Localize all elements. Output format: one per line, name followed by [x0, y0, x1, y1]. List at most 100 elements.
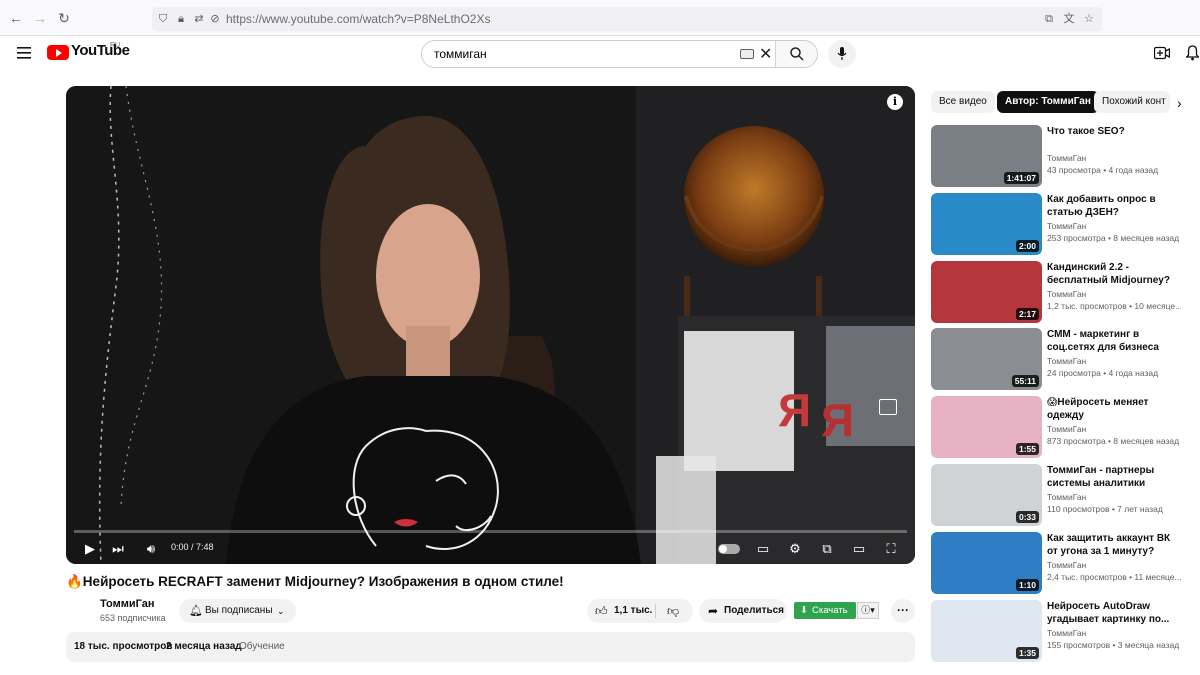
subscriber-count: 653 подписчика: [100, 613, 166, 623]
recommendation-channel[interactable]: ТоммиГан: [1047, 492, 1086, 502]
dislike-button[interactable]: 👎︎: [657, 599, 693, 623]
recommendation-title[interactable]: 😱Нейросеть меняет одежду: [1047, 396, 1181, 422]
theater-mode-icon[interactable]: ▭: [850, 538, 868, 560]
autoplay-blocked-icon[interactable]: ⊘: [208, 12, 222, 26]
recommendation-channel[interactable]: ТоммиГан: [1047, 153, 1086, 163]
search-bar: ✕: [421, 40, 818, 68]
recommendation-channel[interactable]: ТоммиГан: [1047, 289, 1086, 299]
video-thumbnail[interactable]: 2:00: [931, 193, 1042, 255]
lock-icon[interactable]: 🔒︎: [174, 12, 188, 26]
chips-next-icon[interactable]: ›: [1177, 95, 1182, 111]
bookmark-star-icon[interactable]: ☆: [1082, 12, 1096, 26]
translate-icon[interactable]: 文: [1062, 12, 1076, 26]
recommendation-title[interactable]: Как защитить аккаунт ВК от угона за 1 ми…: [1047, 532, 1181, 558]
recommendation-item[interactable]: 0:33 ТоммиГан - партнеры системы аналитик…: [931, 464, 1191, 526]
video-duration: 1:10: [1015, 579, 1039, 591]
like-dislike-group: 👍︎ 1,1 тыс. 👎︎: [587, 599, 693, 623]
video-thumbnail[interactable]: 1:10: [931, 532, 1042, 594]
bell-icon: 🔔︎: [189, 605, 203, 617]
recommendation-meta: 43 просмотра • 4 года назад: [1047, 165, 1159, 175]
address-bar[interactable]: ⛉ 🔒︎ ⇄ ⊘ https://www.youtube.com/watch?v…: [152, 7, 1102, 31]
chip-related[interactable]: Похожий конт: [1094, 91, 1170, 113]
keyboard-icon[interactable]: [740, 49, 754, 59]
recommendation-title[interactable]: Кандинский 2.2 - бесплатный Midjourney? …: [1047, 261, 1181, 288]
more-actions-icon[interactable]: ···: [891, 599, 915, 623]
description-box[interactable]: 18 тыс. просмотров 2 месяца назад Обучен…: [66, 632, 915, 662]
shield-icon[interactable]: ⛉: [156, 12, 170, 26]
recommendation-item[interactable]: 1:10 Как защитить аккаунт ВК от угона за …: [931, 532, 1191, 594]
volume-icon[interactable]: 🔊︎: [142, 538, 160, 560]
back-icon[interactable]: ←: [8, 10, 24, 26]
recommendation-item[interactable]: 1:55 😱Нейросеть меняет одежду ТоммиГан 873 …: [931, 396, 1191, 458]
search-icon: [790, 47, 804, 61]
chevron-down-icon: ⌄: [277, 606, 285, 616]
channel-avatar[interactable]: [66, 598, 92, 624]
video-duration: 1:41:07: [1003, 172, 1039, 184]
settings-gear-icon[interactable]: ⚙: [786, 538, 804, 560]
voice-search-button[interactable]: [828, 40, 856, 68]
download-button[interactable]: ⬇ Скачать: [794, 602, 856, 619]
recommendation-channel[interactable]: ТоммиГан: [1047, 356, 1086, 366]
notifications-bell-icon[interactable]: [1186, 45, 1199, 61]
recommendation-title[interactable]: СММ - маркетинг в соц.сетях для бизнеса: [1047, 328, 1181, 354]
next-icon[interactable]: ⏭: [110, 538, 126, 560]
recommendation-title[interactable]: Нейросеть AutoDraw угадывает картинку по…: [1047, 600, 1181, 626]
divider: [655, 604, 656, 618]
subscribed-button[interactable]: 🔔︎ Вы подписаны ⌄: [179, 599, 296, 623]
video-frame: Я Я: [66, 86, 915, 564]
video-thumbnail[interactable]: 1:35: [931, 600, 1042, 662]
create-video-icon[interactable]: [1154, 46, 1170, 60]
recommendation-item[interactable]: 2:17 Кандинский 2.2 - бесплатный Midjourn…: [931, 261, 1191, 323]
video-thumbnail[interactable]: 0:33: [931, 464, 1042, 526]
recommendation-item[interactable]: 1:35 Нейросеть AutoDraw угадывает картинк…: [931, 600, 1191, 662]
recommendation-channel[interactable]: ТоммиГан: [1047, 560, 1086, 570]
video-player[interactable]: Я Я i ▶ ⏭ 🔊︎ 0:00 / 7:48 ▭ ⚙ ⧉ ▭ ⛶: [66, 86, 915, 564]
share-button[interactable]: ➦ Поделиться: [699, 599, 787, 623]
forward-icon[interactable]: →: [32, 10, 48, 26]
menu-icon[interactable]: [17, 47, 31, 59]
video-thumbnail[interactable]: 1:41:07: [931, 125, 1042, 187]
chip-all-videos[interactable]: Все видео: [931, 91, 995, 113]
subtitles-icon[interactable]: ▭: [754, 538, 772, 560]
category-tag[interactable]: Обучение: [239, 641, 285, 652]
channel-name[interactable]: ТоммиГан: [100, 598, 155, 610]
video-duration: 0:33: [1015, 511, 1039, 523]
thumbs-up-icon: 👍︎: [595, 604, 608, 618]
recommendation-channel[interactable]: ТоммиГан: [1047, 628, 1086, 638]
recommendation-channel[interactable]: ТоммиГан: [1047, 424, 1086, 434]
share-label: Поделиться: [724, 605, 785, 616]
recommendation-title[interactable]: Что такое SEO?: [1047, 125, 1181, 138]
download-options-dropdown[interactable]: ⓘ▾: [857, 602, 879, 619]
recommendation-item[interactable]: 1:41:07 Что такое SEO? ТоммиГан 43 просмотр…: [931, 125, 1191, 187]
permissions-icon[interactable]: ⇄: [192, 12, 206, 26]
recommendation-item[interactable]: 2:00 Как добавить опрос в статью ДЗЕН? Том…: [931, 193, 1191, 255]
clear-search-icon[interactable]: ✕: [759, 44, 772, 64]
recommendation-title[interactable]: Как добавить опрос в статью ДЗЕН?: [1047, 193, 1181, 219]
autoplay-toggle[interactable]: [718, 544, 740, 554]
recommendation-item[interactable]: 55:11 СММ - маркетинг в соц.сетях для биз…: [931, 328, 1191, 390]
video-thumbnail[interactable]: 1:55: [931, 396, 1042, 458]
like-count: 1,1 тыс.: [614, 605, 653, 616]
search-input[interactable]: [422, 41, 778, 67]
recommendation-meta: 24 просмотра • 4 года назад: [1047, 368, 1159, 378]
video-duration: 2:17: [1015, 308, 1039, 320]
download-label: Скачать: [812, 605, 848, 616]
video-thumbnail[interactable]: 2:17: [931, 261, 1042, 323]
url-text[interactable]: https://www.youtube.com/watch?v=P8NeLthO…: [226, 12, 490, 26]
reload-icon[interactable]: ↻: [56, 10, 72, 26]
miniplayer-icon[interactable]: ⧉: [818, 538, 836, 560]
play-icon[interactable]: ▶: [82, 538, 98, 560]
miniplayer-overlay-icon[interactable]: [879, 399, 897, 415]
video-thumbnail[interactable]: 55:11: [931, 328, 1042, 390]
search-button[interactable]: [775, 41, 817, 67]
youtube-region-code: RU: [110, 42, 121, 49]
picture-in-picture-icon[interactable]: ⧉: [1042, 12, 1056, 26]
chip-author[interactable]: Автор: ТоммиГан: [997, 91, 1099, 113]
fullscreen-icon[interactable]: ⛶: [882, 538, 900, 560]
youtube-logo-text: YouTube: [71, 42, 130, 59]
recommendation-channel[interactable]: ТоммиГан: [1047, 221, 1086, 231]
like-button[interactable]: 👍︎ 1,1 тыс.: [587, 599, 655, 623]
info-icon[interactable]: i: [887, 94, 903, 110]
recommendation-title[interactable]: ТоммиГан - партнеры системы аналитики Ro…: [1047, 464, 1181, 491]
progress-bar[interactable]: [74, 530, 907, 533]
